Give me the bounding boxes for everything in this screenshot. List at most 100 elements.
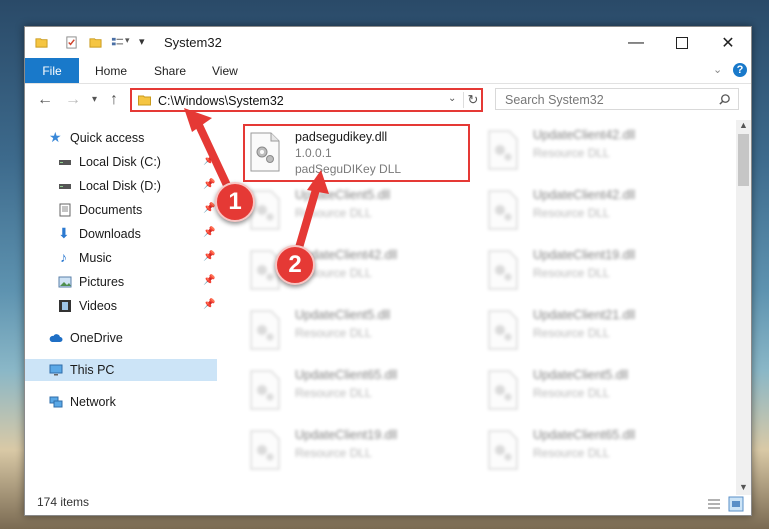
customize-qa-chevron-icon[interactable]: ▾	[125, 35, 130, 46]
up-arrow-icon[interactable]: ↑	[110, 91, 118, 109]
file-item[interactable]: UpdateClient65.dll Resource DLL	[483, 422, 713, 476]
nav-item-label: Local Disk (D:)	[79, 179, 161, 193]
music-icon: ♪	[60, 249, 67, 265]
file-name: UpdateClient5.dll	[533, 368, 629, 382]
step-badge-1: 1	[215, 182, 255, 222]
expand-ribbon-icon[interactable]: ⌄	[713, 63, 722, 76]
pin-icon: 📌	[203, 251, 216, 262]
nav-item-this-pc[interactable]: This PC	[25, 359, 217, 381]
address-bar[interactable]: C:\Windows\System32 ⌄ ↻	[130, 88, 483, 112]
nav-item-local-disk-c[interactable]: Local Disk (C:) 📌	[25, 151, 217, 173]
nav-item-pictures[interactable]: Pictures 📌	[25, 271, 217, 293]
dll-file-icon	[250, 310, 280, 350]
search-placeholder: Search System32	[505, 93, 604, 107]
file-item[interactable]: UpdateClient5.dll Resource DLL	[245, 302, 475, 356]
dll-file-icon	[250, 430, 280, 470]
file-name: UpdateClient21.dll	[533, 308, 636, 322]
close-button[interactable]: ✕	[705, 27, 751, 58]
dropdown-icon[interactable]: ▾	[139, 35, 145, 48]
file-name: UpdateClient19.dll	[295, 428, 398, 442]
tab-file[interactable]: File	[25, 58, 79, 83]
file-item[interactable]: UpdateClient5.dll Resource DLL	[483, 362, 713, 416]
nav-item-label: Music	[79, 251, 112, 265]
pin-icon: 📌	[203, 275, 216, 286]
back-arrow-icon[interactable]: ←	[37, 91, 53, 109]
forward-arrow-icon[interactable]: →	[65, 91, 81, 109]
documents-icon	[59, 203, 71, 217]
nav-item-onedrive[interactable]: OneDrive	[25, 327, 217, 349]
dll-file-icon	[488, 190, 518, 230]
recent-locations-chevron-icon[interactable]: ▾	[92, 94, 97, 105]
dll-file-icon	[250, 370, 280, 410]
nav-item-local-disk-d[interactable]: Local Disk (D:) 📌	[25, 175, 217, 197]
nav-item-music[interactable]: ♪ Music 📌	[25, 247, 217, 269]
scrollbar-thumb[interactable]	[738, 134, 749, 186]
nav-item-quick-access[interactable]: ★ Quick access	[25, 127, 217, 149]
folder-icon	[35, 38, 48, 48]
nav-item-documents[interactable]: Documents 📌	[25, 199, 217, 221]
tab-share[interactable]: Share	[154, 64, 186, 78]
tab-home[interactable]: Home	[95, 64, 127, 78]
vertical-scrollbar[interactable]: ▲ ▼	[736, 120, 751, 495]
file-description: Resource DLL	[295, 446, 372, 460]
nav-item-label: Local Disk (C:)	[79, 155, 161, 169]
details-view-icon[interactable]	[707, 497, 721, 511]
file-description: Resource DLL	[533, 206, 610, 220]
file-description: Resource DLL	[533, 326, 610, 340]
minimize-button[interactable]: —	[613, 27, 659, 58]
maximize-button[interactable]	[659, 27, 705, 58]
pin-icon: 📌	[203, 299, 216, 310]
search-box[interactable]: Search System32	[495, 88, 739, 110]
computer-icon	[49, 364, 63, 376]
nav-item-network[interactable]: Network	[25, 391, 217, 413]
close-icon: ✕	[721, 34, 735, 52]
drive-icon	[59, 160, 71, 165]
minimize-icon: —	[628, 33, 644, 51]
item-count: 174 items	[37, 495, 90, 509]
refresh-icon[interactable]: ↻	[463, 92, 482, 108]
file-item[interactable]: UpdateClient19.dll Resource DLL	[483, 242, 713, 296]
large-icons-view-icon[interactable]	[728, 496, 744, 512]
file-name: UpdateClient65.dll	[533, 428, 636, 442]
address-dropdown-chevron-icon[interactable]: ⌄	[448, 93, 456, 104]
tab-view[interactable]: View	[212, 64, 238, 78]
new-folder-icon[interactable]	[89, 36, 102, 49]
cloud-icon	[49, 334, 63, 342]
navigation-pane: ★ Quick access Local Disk (C:) 📌 Local D…	[25, 120, 217, 495]
pin-icon: 📌	[203, 155, 216, 166]
videos-icon	[59, 300, 71, 312]
nav-item-downloads[interactable]: ⬇ Downloads 📌	[25, 223, 217, 245]
file-item[interactable]: UpdateClient5.dll Resource DLL	[245, 182, 475, 236]
nav-item-videos[interactable]: Videos 📌	[25, 295, 217, 317]
view-icon[interactable]	[111, 36, 124, 49]
file-item[interactable]: UpdateClient42.dll Resource DLL	[483, 122, 713, 176]
file-name: UpdateClient42.dll	[533, 188, 636, 202]
file-item[interactable]: UpdateClient65.dll Resource DLL	[245, 362, 475, 416]
file-description: Resource DLL	[295, 326, 372, 340]
file-item[interactable]: UpdateClient21.dll Resource DLL	[483, 302, 713, 356]
drive-icon	[59, 184, 71, 189]
nav-item-label: Quick access	[70, 131, 145, 145]
step-badge-2: 2	[275, 245, 315, 285]
properties-icon[interactable]	[65, 36, 78, 49]
file-name: UpdateClient65.dll	[295, 368, 398, 382]
dll-file-icon	[488, 310, 518, 350]
explorer-window: ▾ ▾ System32 — ✕ File Home Share View ⌄ …	[24, 26, 752, 516]
scroll-down-icon[interactable]: ▼	[739, 482, 748, 492]
help-icon[interactable]: ?	[733, 63, 747, 77]
nav-item-label: Videos	[79, 299, 117, 313]
window-title: System32	[164, 35, 222, 50]
nav-item-label: Network	[70, 395, 116, 409]
pin-icon: 📌	[203, 227, 216, 238]
file-description: Resource DLL	[533, 146, 610, 160]
file-item[interactable]: UpdateClient42.dll Resource DLL	[483, 182, 713, 236]
scroll-up-icon[interactable]: ▲	[739, 120, 748, 130]
dll-file-icon	[488, 370, 518, 410]
title-bar: ▾ ▾ System32 — ✕	[25, 27, 751, 58]
address-path: C:\Windows\System32	[158, 94, 284, 108]
pin-icon: 📌	[203, 179, 216, 190]
file-description: Resource DLL	[533, 266, 610, 280]
nav-item-label: OneDrive	[70, 331, 123, 345]
star-icon: ★	[49, 129, 62, 145]
file-item[interactable]: UpdateClient19.dll Resource DLL	[245, 422, 475, 476]
